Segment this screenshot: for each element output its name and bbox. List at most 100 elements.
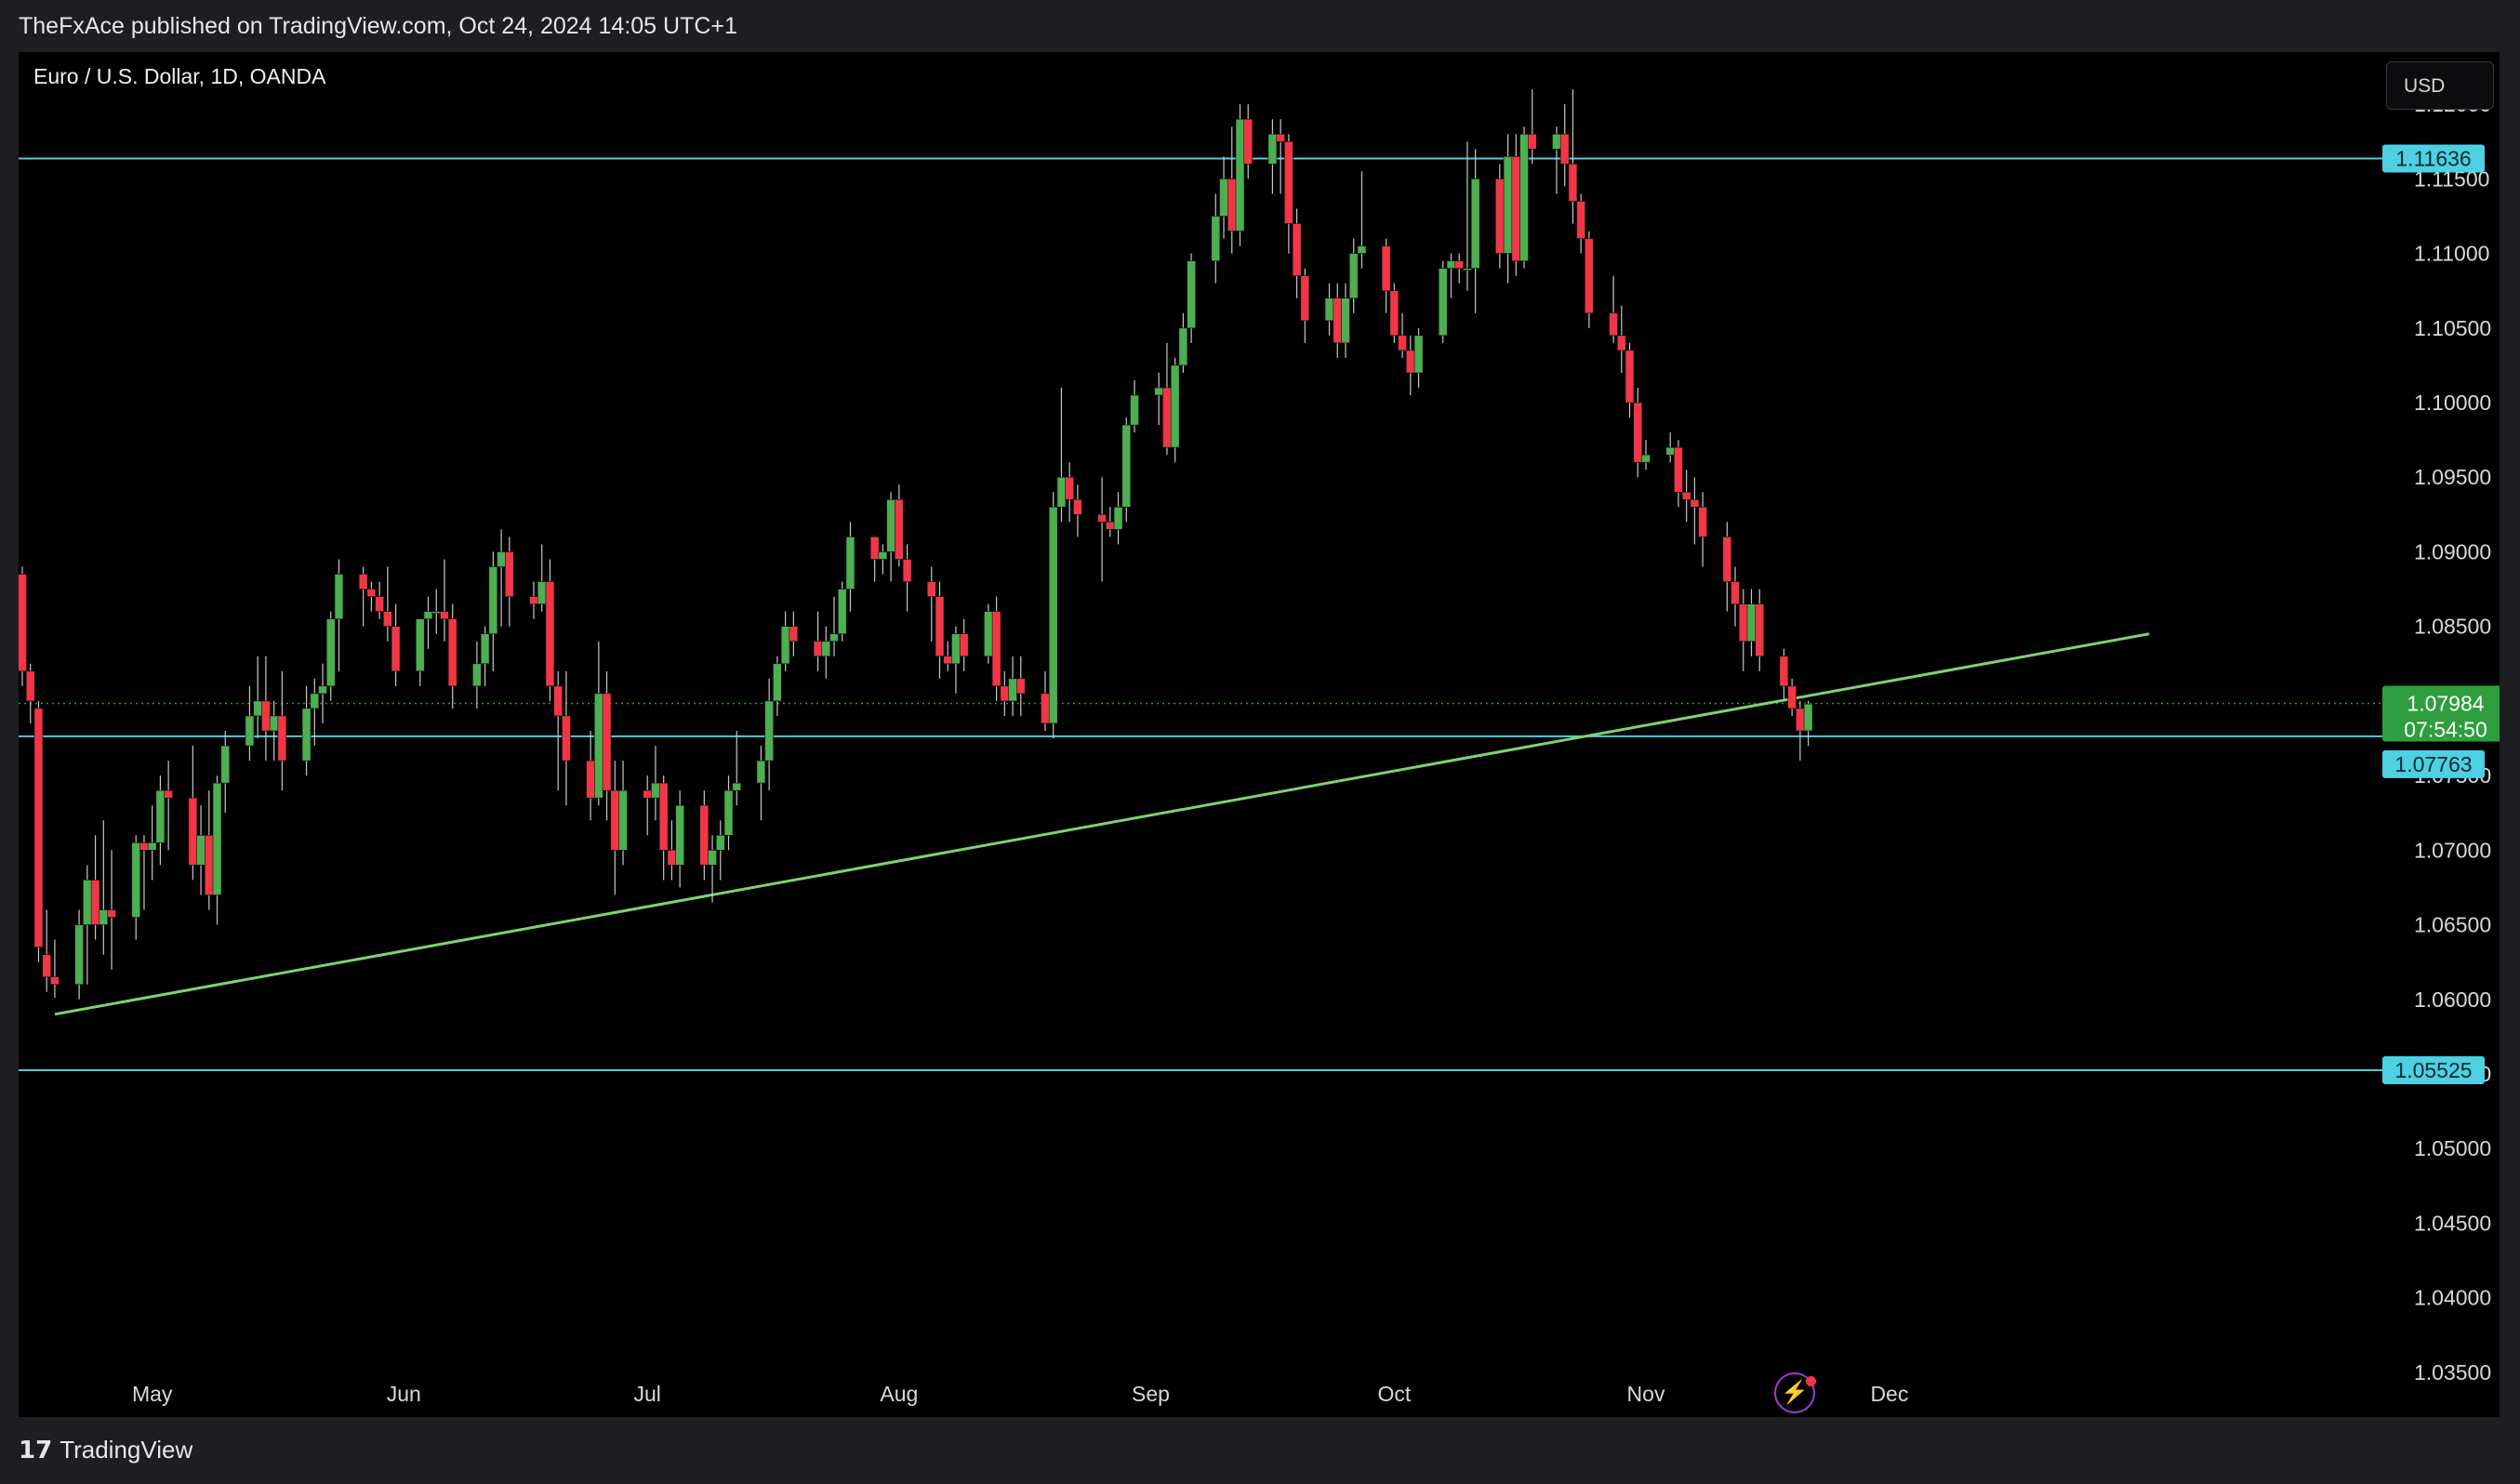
candle-bullish[interactable]	[1211, 216, 1221, 261]
candle-bearish[interactable]	[1527, 133, 1537, 150]
candle-bullish[interactable]	[301, 708, 312, 762]
candle-bullish[interactable]	[1463, 268, 1472, 271]
candle-bullish[interactable]	[756, 760, 766, 784]
candle-bullish[interactable]	[488, 566, 498, 635]
candle-bearish[interactable]	[602, 693, 612, 791]
candle-bearish[interactable]	[1398, 335, 1407, 351]
candle-bearish[interactable]	[926, 581, 936, 597]
candle-bearish[interactable]	[19, 574, 27, 672]
candle-bullish[interactable]	[99, 909, 109, 925]
candle-bullish[interactable]	[1130, 394, 1139, 426]
trendline[interactable]	[54, 632, 2150, 1016]
candle-bearish[interactable]	[1389, 290, 1399, 337]
candle-bearish[interactable]	[1576, 201, 1585, 239]
candle-bearish[interactable]	[1625, 350, 1635, 404]
candle-bearish[interactable]	[1227, 179, 1237, 232]
candle-bullish[interactable]	[1113, 507, 1123, 530]
candle-bullish[interactable]	[472, 663, 482, 687]
candle-bullish[interactable]	[147, 842, 157, 851]
candlestick-chart[interactable]: 1.125001.120001.115001.110001.105001.100…	[19, 52, 2500, 1417]
candle-bearish[interactable]	[1333, 298, 1343, 344]
candle-bullish[interactable]	[1438, 268, 1448, 337]
currency-button[interactable]: USD	[2386, 61, 2494, 110]
candle-bullish[interactable]	[1446, 260, 1456, 269]
candle-bearish[interactable]	[1381, 245, 1391, 291]
candle-bullish[interactable]	[618, 789, 628, 851]
candle-bearish[interactable]	[42, 954, 51, 978]
candle-bearish[interactable]	[447, 618, 458, 687]
candle-bullish[interactable]	[1170, 364, 1180, 448]
candle-bullish[interactable]	[1413, 335, 1424, 374]
candle-bullish[interactable]	[318, 685, 327, 695]
candle-bearish[interactable]	[375, 596, 384, 612]
candle-bullish[interactable]	[334, 574, 344, 619]
candle-bearish[interactable]	[1755, 603, 1765, 657]
candle-bearish[interactable]	[261, 700, 271, 732]
candle-bullish[interactable]	[74, 924, 84, 986]
candle-bearish[interactable]	[188, 797, 198, 866]
candle-bullish[interactable]	[1187, 260, 1196, 329]
candle-bullish[interactable]	[1008, 678, 1017, 702]
candle-bullish[interactable]	[220, 745, 231, 784]
candle-bullish[interactable]	[1746, 603, 1757, 643]
candle-bullish[interactable]	[1178, 327, 1188, 366]
candle-bearish[interactable]	[943, 656, 953, 665]
candle-bearish[interactable]	[383, 611, 392, 627]
candle-bearish[interactable]	[1073, 499, 1082, 515]
candle-bearish[interactable]	[1511, 156, 1521, 261]
candle-bullish[interactable]	[1121, 424, 1132, 508]
candle-bearish[interactable]	[504, 551, 514, 597]
candle-bearish[interactable]	[1243, 118, 1253, 165]
candle-bearish[interactable]	[643, 789, 653, 799]
candle-bullish[interactable]	[1503, 156, 1513, 254]
candle-bullish[interactable]	[1154, 387, 1163, 396]
candle-bearish[interactable]	[1276, 133, 1285, 142]
candle-bullish[interactable]	[212, 782, 222, 895]
candle-bullish[interactable]	[497, 551, 506, 567]
candle-bearish[interactable]	[1559, 133, 1570, 165]
candle-bearish[interactable]	[813, 641, 823, 657]
candle-bearish[interactable]	[1674, 446, 1683, 493]
candle-bullish[interactable]	[1048, 507, 1058, 724]
candle-bullish[interactable]	[269, 715, 279, 732]
candle-bullish[interactable]	[886, 499, 895, 552]
candle-bearish[interactable]	[586, 760, 595, 799]
candle-bullish[interactable]	[723, 789, 734, 836]
candle-bearish[interactable]	[1041, 693, 1050, 724]
candle-bullish[interactable]	[878, 551, 888, 560]
candle-bearish[interactable]	[440, 611, 449, 619]
candle-bullish[interactable]	[1803, 703, 1813, 732]
candle-bullish[interactable]	[131, 842, 141, 918]
candle-bearish[interactable]	[139, 842, 149, 851]
candle-bearish[interactable]	[33, 708, 44, 947]
candle-bullish[interactable]	[845, 537, 855, 590]
candle-bullish[interactable]	[764, 700, 774, 762]
candle-bullish[interactable]	[984, 611, 993, 657]
candle-bearish[interactable]	[1738, 603, 1748, 643]
candle-bullish[interactable]	[732, 782, 742, 791]
candle-bearish[interactable]	[1300, 275, 1310, 322]
candle-bearish[interactable]	[366, 589, 377, 597]
candle-bullish[interactable]	[951, 633, 961, 665]
chart-area[interactable]: 1.125001.120001.115001.110001.105001.100…	[19, 52, 2500, 1417]
candle-bullish[interactable]	[837, 589, 847, 635]
candle-bearish[interactable]	[204, 834, 214, 895]
symbol-title[interactable]: Euro / U.S. Dollar, 1D, OANDA	[33, 64, 325, 89]
candle-bullish[interactable]	[1267, 133, 1278, 165]
candle-bearish[interactable]	[610, 789, 620, 851]
candle-bearish[interactable]	[529, 596, 538, 604]
candle-bullish[interactable]	[1235, 118, 1245, 232]
candle-bearish[interactable]	[50, 976, 60, 986]
candle-bullish[interactable]	[310, 693, 320, 709]
candle-bearish[interactable]	[1097, 514, 1107, 523]
candle-bullish[interactable]	[1552, 133, 1561, 150]
candle-bullish[interactable]	[1056, 476, 1067, 508]
candle-bearish[interactable]	[1065, 476, 1074, 500]
candle-bullish[interactable]	[773, 663, 782, 702]
candle-bearish[interactable]	[1609, 312, 1618, 337]
candle-bullish[interactable]	[708, 850, 717, 866]
candle-bullish[interactable]	[537, 581, 547, 604]
candle-bearish[interactable]	[1000, 685, 1010, 702]
candle-bearish[interactable]	[902, 559, 912, 582]
candle-bullish[interactable]	[423, 611, 433, 619]
